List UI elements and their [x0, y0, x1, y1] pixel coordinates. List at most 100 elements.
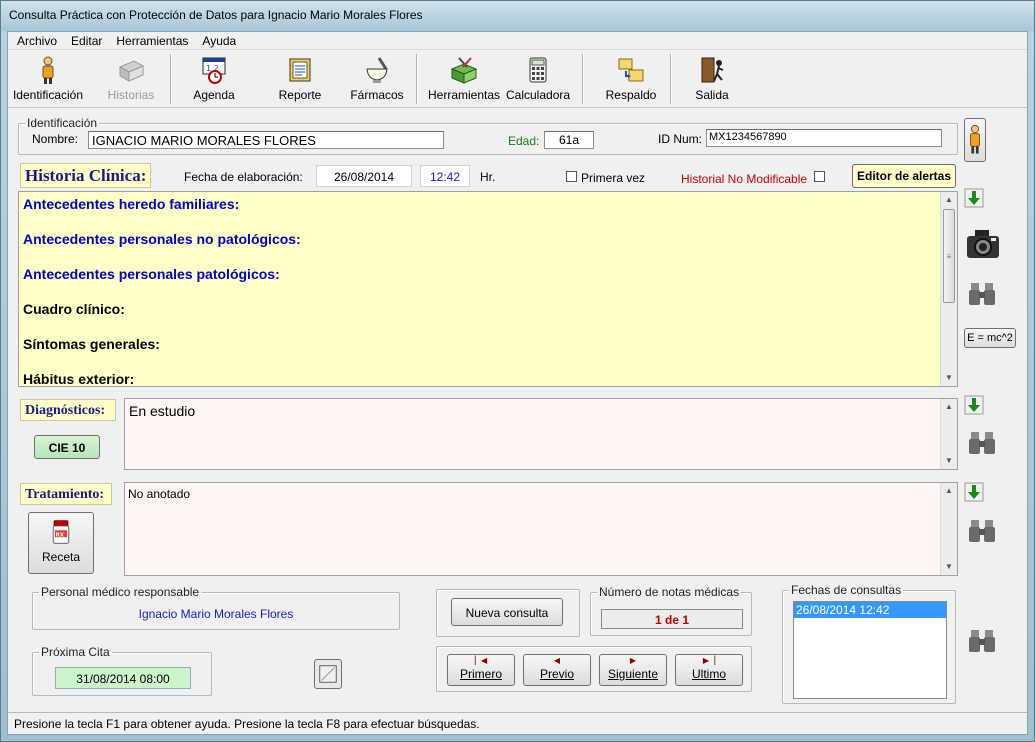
historia-clinica-label: Historia Clínica:: [20, 163, 152, 188]
notas-medicas-group: Número de notas médicas 1 de 1: [590, 585, 752, 636]
salida-button[interactable]: Salida: [684, 55, 740, 105]
primera-vez-label: Primera vez: [581, 171, 646, 185]
calculadora-button[interactable]: Calculadora: [506, 55, 570, 105]
calculadora-label: Calculadora: [506, 88, 571, 102]
navigation-group: ▏◀ Primero ◀ Previo ▶ Siguiente ▶▕ Ultim…: [436, 646, 752, 692]
identificacion-button[interactable]: Identificación: [10, 55, 86, 105]
siguiente-label: Siguiente: [607, 667, 659, 681]
binoculars-icon[interactable]: [968, 428, 996, 456]
agenda-label: Agenda: [193, 88, 235, 102]
scroll-up-arrow-icon[interactable]: ▲: [941, 483, 957, 499]
exit-door-icon: [701, 57, 724, 83]
fechas-consultas-list[interactable]: 26/08/2014 12:42: [793, 601, 947, 699]
backup-folders-icon: [618, 58, 644, 82]
historia-textarea[interactable]: Antecedentes heredo familiares: Antecede…: [18, 191, 958, 387]
fecha-consulta-item[interactable]: 26/08/2014 12:42: [794, 602, 946, 618]
fechas-consultas-group: Fechas de consultas 26/08/2014 12:42: [782, 583, 956, 704]
scroll-down-arrow-icon[interactable]: ▼: [941, 370, 957, 386]
personal-medico-name: Ignacio Mario Morales Flores: [138, 607, 294, 621]
previo-button[interactable]: ◀ Previo: [523, 654, 591, 686]
ultimo-button[interactable]: ▶▕ Ultimo: [675, 654, 743, 686]
antecedentes-no-patologicos-line: Antecedentes personales no patológicos:: [23, 231, 301, 247]
personal-medico-legend: Personal médico responsable: [39, 585, 202, 599]
download-arrow-icon[interactable]: [964, 482, 984, 502]
herramientas-button[interactable]: Herramientas: [424, 55, 504, 105]
fecha-elaboracion-label: Fecha de elaboración:: [184, 170, 303, 184]
identificacion-side-button[interactable]: [964, 118, 986, 162]
tratamiento-scrollbar[interactable]: ▲ ▼: [940, 483, 957, 575]
diagnosticos-text: En estudio: [129, 403, 196, 419]
menu-archivo[interactable]: Archivo: [10, 32, 64, 49]
hora-field[interactable]: 12:42: [420, 165, 470, 187]
toolbar-separator: [170, 54, 172, 104]
historias-button[interactable]: Historias: [98, 55, 164, 105]
calendar-clock-icon: 1 2: [202, 57, 226, 84]
scroll-down-arrow-icon[interactable]: ▼: [941, 453, 957, 469]
diagnosticos-scrollbar[interactable]: ▲ ▼: [940, 399, 957, 469]
edad-field[interactable]: 61a: [544, 131, 594, 149]
menu-editar[interactable]: Editar: [64, 32, 109, 49]
proxima-cita-field[interactable]: 31/08/2014 08:00: [55, 667, 191, 689]
sintomas-generales-line: Síntomas generales:: [23, 336, 160, 352]
calculator-icon: [529, 57, 547, 83]
app-window: Consulta Práctica con Protección de Dato…: [0, 0, 1035, 742]
diagnosticos-label: Diagnósticos:: [20, 399, 116, 421]
respaldo-button[interactable]: Respaldo: [596, 55, 666, 105]
binoculars-icon[interactable]: [968, 516, 996, 544]
nueva-consulta-group: Nueva consulta: [436, 589, 580, 637]
primera-vez-checkbox[interactable]: [566, 171, 577, 182]
diagnosticos-textarea[interactable]: En estudio ▲ ▼: [124, 398, 958, 470]
tratamiento-label: Tratamiento:: [20, 483, 112, 505]
primero-label: Primero: [459, 667, 502, 681]
reporte-button[interactable]: Reporte: [270, 55, 330, 105]
scroll-thumb[interactable]: ≡: [943, 209, 955, 303]
title-bar: Consulta Práctica con Protección de Dato…: [1, 1, 1034, 31]
books-icon: [118, 60, 145, 82]
receta-button[interactable]: RX Receta: [28, 512, 94, 574]
appointment-image-button[interactable]: [314, 659, 342, 689]
menu-bar: Archivo Editar Herramientas Ayuda: [8, 32, 1027, 50]
tratamiento-text: No anotado: [128, 487, 191, 501]
herramientas-label: Herramientas: [427, 88, 501, 102]
farmacos-label: Fármacos: [350, 88, 404, 102]
fecha-elaboracion-field[interactable]: 26/08/2014: [316, 165, 412, 187]
agenda-button[interactable]: 1 2 Agenda: [184, 55, 244, 105]
cie-10-button[interactable]: CIE 10: [34, 435, 100, 459]
status-text: Presione la tecla F1 para obtener ayuda.…: [14, 717, 480, 731]
proxima-cita-group: Próxima Cita 31/08/2014 08:00: [32, 645, 212, 696]
nombre-label: Nombre:: [32, 132, 79, 146]
download-arrow-icon[interactable]: [964, 395, 984, 415]
no-modificable-checkbox[interactable]: [814, 171, 825, 182]
download-arrow-icon[interactable]: [964, 188, 984, 208]
scroll-down-arrow-icon[interactable]: ▼: [941, 559, 957, 575]
binoculars-icon[interactable]: [968, 626, 996, 654]
binoculars-icon[interactable]: [968, 279, 996, 307]
reporte-label: Reporte: [278, 88, 322, 102]
antecedentes-heredo-line: Antecedentes heredo familiares:: [23, 196, 240, 212]
status-bar: Presione la tecla F1 para obtener ayuda.…: [8, 712, 1027, 734]
antecedentes-patologicos-line: Antecedentes personales patológicos:: [23, 266, 280, 282]
mortar-pestle-icon: [366, 57, 388, 83]
menu-ayuda[interactable]: Ayuda: [195, 32, 243, 49]
scroll-up-arrow-icon[interactable]: ▲: [941, 399, 957, 415]
client-area: Archivo Editar Herramientas Ayuda Identi…: [7, 31, 1028, 735]
toolbar-separator: [670, 54, 672, 104]
camera-icon[interactable]: [965, 228, 1001, 264]
notas-medicas-counter: 1 de 1: [601, 609, 743, 629]
editor-alertas-button[interactable]: Editor de alertas: [852, 164, 956, 188]
historia-scrollbar[interactable]: ▲ ≡ ▼: [940, 192, 957, 386]
report-icon: [289, 58, 311, 82]
tratamiento-textarea[interactable]: No anotado ▲ ▼: [124, 482, 958, 576]
nueva-consulta-button[interactable]: Nueva consulta: [451, 598, 563, 626]
respaldo-label: Respaldo: [605, 88, 657, 102]
nombre-field[interactable]: IGNACIO MARIO MORALES FLORES: [88, 131, 444, 149]
scroll-up-arrow-icon[interactable]: ▲: [941, 192, 957, 208]
primero-button[interactable]: ▏◀ Primero: [447, 654, 515, 686]
menu-herramientas[interactable]: Herramientas: [109, 32, 195, 49]
farmacos-button[interactable]: Fármacos: [344, 55, 410, 105]
formula-button[interactable]: E = mc^2: [964, 328, 1016, 348]
id-num-field[interactable]: MX1234567890: [706, 129, 942, 147]
last-arrow-icon: ▶▕: [702, 656, 716, 665]
siguiente-button[interactable]: ▶ Siguiente: [599, 654, 667, 686]
svg-text:RX: RX: [56, 532, 64, 538]
